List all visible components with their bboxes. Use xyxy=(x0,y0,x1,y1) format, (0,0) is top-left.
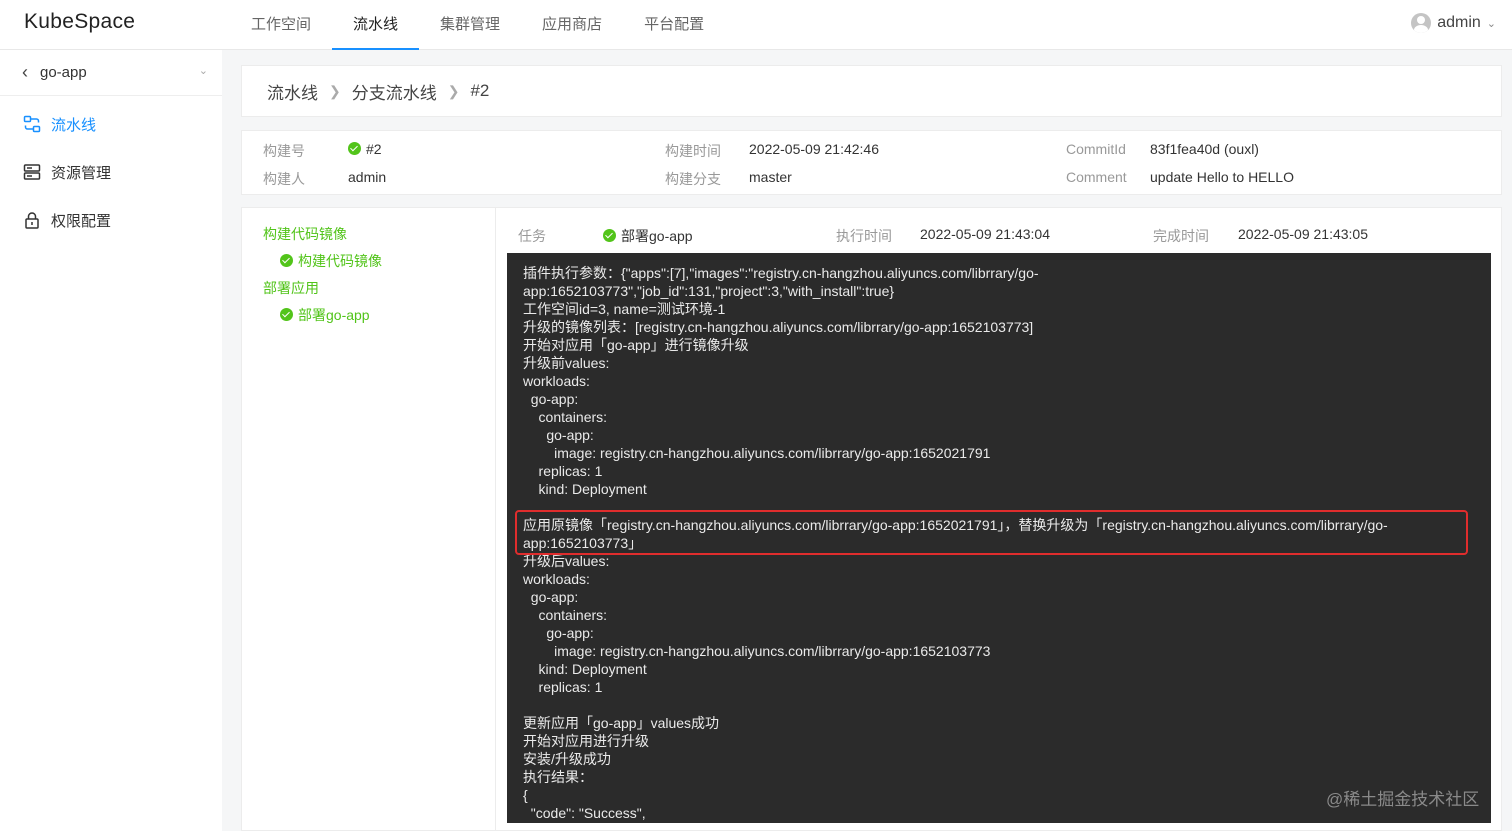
chevron-down-icon[interactable]: ⌄ xyxy=(199,64,208,77)
user-menu[interactable]: admin ⌄ xyxy=(1411,13,1496,33)
server-icon xyxy=(23,164,41,180)
log-line: image: registry.cn-hangzhou.aliyuncs.com… xyxy=(523,643,991,659)
nav-app-store[interactable]: 应用商店 xyxy=(521,0,623,50)
branch: master xyxy=(749,169,792,185)
log-line: 开始对应用进行升级 xyxy=(523,733,649,749)
sidebar-item-pipeline[interactable]: 流水线 xyxy=(0,100,222,148)
commit-label: CommitId xyxy=(1066,141,1126,157)
top-bar: KubeSpace 工作空间 流水线 集群管理 应用商店 平台配置 admin … xyxy=(0,0,1512,50)
log-line: 插件执行参数：{"apps":[7],"images":"registry.cn… xyxy=(523,265,1039,281)
builder: admin xyxy=(348,169,387,185)
sidebar-item-label: 权限配置 xyxy=(51,212,112,230)
log-line: workloads: xyxy=(523,571,590,587)
build-detail-panel: 构建代码镜像 构建代码镜像 部署应用 部署go-app 任务 部署go-app … xyxy=(241,207,1502,831)
log-line: 开始对应用「go-app」进行镜像升级 xyxy=(523,337,749,353)
project-selector[interactable]: ‹ go-app ⌄ xyxy=(0,50,222,96)
breadcrumb-branch-pipeline[interactable]: 分支流水线 xyxy=(352,79,437,104)
log-line: image: registry.cn-hangzhou.aliyuncs.com… xyxy=(523,445,991,461)
sidebar-item-permissions[interactable]: 权限配置 xyxy=(0,196,222,244)
nav-cluster[interactable]: 集群管理 xyxy=(419,0,521,50)
stage-list: 构建代码镜像 构建代码镜像 部署应用 部署go-app xyxy=(242,208,496,831)
log-line: replicas: 1 xyxy=(523,463,603,479)
watermark: @稀土掘金技术社区 xyxy=(1326,790,1480,809)
success-icon xyxy=(348,142,361,155)
success-icon xyxy=(280,254,293,267)
log-line: workloads: xyxy=(523,373,590,389)
chevron-right-icon: ❯ xyxy=(329,82,341,99)
sidebar-item-label: 流水线 xyxy=(51,116,97,134)
log-line: go-app: xyxy=(523,625,594,641)
project-name: go-app xyxy=(40,64,87,81)
log-line: kind: Deployment xyxy=(523,661,647,677)
step-deploy-go-app[interactable]: 部署go-app xyxy=(280,305,370,325)
log-line: go-app: xyxy=(523,589,579,605)
commit-comment: update Hello to HELLO xyxy=(1150,169,1294,185)
lock-icon xyxy=(25,212,39,229)
sidebar-item-resources[interactable]: 资源管理 xyxy=(0,148,222,196)
log-line: containers: xyxy=(523,409,608,425)
log-line: 升级的镜像列表：[registry.cn-hangzhou.aliyuncs.c… xyxy=(523,319,1034,335)
done-time: 2022-05-09 21:43:05 xyxy=(1238,226,1368,242)
breadcrumb: 流水线 ❯ 分支流水线 ❯ #2 xyxy=(241,65,1502,117)
build-time: 2022-05-09 21:42:46 xyxy=(749,141,879,157)
app-logo[interactable]: KubeSpace xyxy=(24,10,135,34)
builder-label: 构建人 xyxy=(263,171,305,187)
avatar-icon xyxy=(1411,13,1432,33)
build-info: 构建号 #2 构建人 admin 构建时间 2022-05-09 21:42:4… xyxy=(241,130,1502,195)
main-nav: 工作空间 流水线 集群管理 应用商店 平台配置 xyxy=(230,0,725,50)
build-no: #2 xyxy=(348,141,382,157)
exec-time: 2022-05-09 21:43:04 xyxy=(920,226,1050,242)
log-line: 安装/升级成功 xyxy=(523,751,611,767)
nav-workspace[interactable]: 工作空间 xyxy=(230,0,332,50)
log-line: kind: Deployment xyxy=(523,481,647,497)
build-no-label: 构建号 xyxy=(263,143,305,159)
branch-label: 构建分支 xyxy=(665,171,721,187)
chevron-down-icon: ⌄ xyxy=(1486,17,1496,30)
task-header: 任务 部署go-app 执行时间 2022-05-09 21:43:04 完成时… xyxy=(497,208,1501,254)
log-line: 执行结果： xyxy=(523,769,593,785)
chevron-right-icon: ❯ xyxy=(447,82,460,99)
log-line: 升级前values: xyxy=(523,355,610,371)
success-icon xyxy=(603,229,616,242)
done-time-label: 完成时间 xyxy=(1153,228,1209,244)
log-line: go-app: xyxy=(523,427,594,443)
highlight-box xyxy=(515,510,1468,555)
log-line: replicas: 1 xyxy=(523,679,603,695)
sidebar: ‹ go-app ⌄ 流水线 资源管理 权限配置 xyxy=(0,50,222,831)
nav-platform-config[interactable]: 平台配置 xyxy=(623,0,725,50)
log-line: 更新应用「go-app」values成功 xyxy=(523,715,720,731)
task-label: 任务 xyxy=(518,228,546,244)
log-line: app:1652103773","job_id":131,"project":3… xyxy=(523,283,895,299)
comment-label: Comment xyxy=(1066,169,1127,185)
breadcrumb-pipelines[interactable]: 流水线 xyxy=(267,79,318,104)
step-build-image[interactable]: 构建代码镜像 xyxy=(280,251,382,271)
task-name: 部署go-app xyxy=(603,226,693,246)
commit-id: 83f1fea40d (ouxl) xyxy=(1150,141,1259,157)
success-icon xyxy=(280,308,293,321)
back-arrow-icon[interactable]: ‹ xyxy=(22,62,28,83)
breadcrumb-build: #2 xyxy=(470,81,490,100)
stage-build-image[interactable]: 构建代码镜像 xyxy=(263,224,347,244)
log-line: go-app: xyxy=(523,391,579,407)
pipeline-icon xyxy=(23,115,41,133)
log-line: containers: xyxy=(523,607,608,623)
log-line: 工作空间id=3, name=测试环境-1 xyxy=(523,301,726,317)
exec-time-label: 执行时间 xyxy=(836,228,892,244)
nav-pipeline[interactable]: 流水线 xyxy=(332,0,420,50)
build-time-label: 构建时间 xyxy=(665,143,721,159)
sidebar-item-label: 资源管理 xyxy=(51,164,112,182)
stage-deploy-app[interactable]: 部署应用 xyxy=(263,278,319,298)
user-name: admin xyxy=(1437,14,1481,31)
